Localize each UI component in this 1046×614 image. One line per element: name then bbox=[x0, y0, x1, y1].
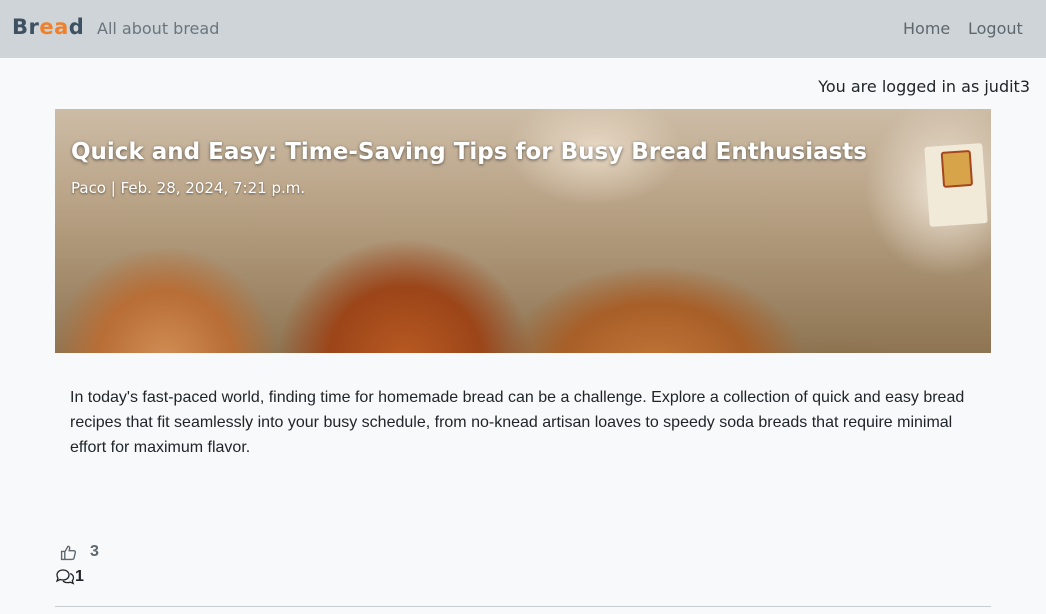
comment-count: 1 bbox=[75, 568, 84, 585]
comments-button[interactable]: 1 bbox=[55, 567, 84, 587]
comments-icon bbox=[55, 569, 75, 585]
login-status: You are logged in as judit3 bbox=[818, 77, 1030, 96]
post-meta: Paco | Feb. 28, 2024, 7:21 p.m. bbox=[71, 179, 306, 197]
brand-text-end: d bbox=[68, 15, 85, 39]
bread-bag-label bbox=[924, 143, 988, 227]
post-hero-image: Quick and Easy: Time-Saving Tips for Bus… bbox=[55, 109, 991, 353]
like-count: 3 bbox=[90, 543, 99, 560]
post-title: Quick and Easy: Time-Saving Tips for Bus… bbox=[71, 139, 867, 165]
post-body: In today's fast-paced world, finding tim… bbox=[70, 389, 965, 456]
thumbs-up-icon bbox=[60, 545, 77, 560]
navbar: Bread All about bread Home Logout bbox=[0, 0, 1046, 58]
nav-logout-link[interactable]: Logout bbox=[968, 19, 1023, 38]
nav-home-link[interactable]: Home bbox=[903, 19, 950, 38]
site-tagline: All about bread bbox=[97, 19, 220, 38]
brand-text-start: Br bbox=[12, 15, 40, 39]
brand-logo[interactable]: Bread bbox=[12, 15, 84, 39]
brand-text-accent: ea bbox=[39, 15, 69, 39]
post-divider bbox=[55, 606, 991, 607]
like-button[interactable]: 3 bbox=[60, 542, 99, 562]
